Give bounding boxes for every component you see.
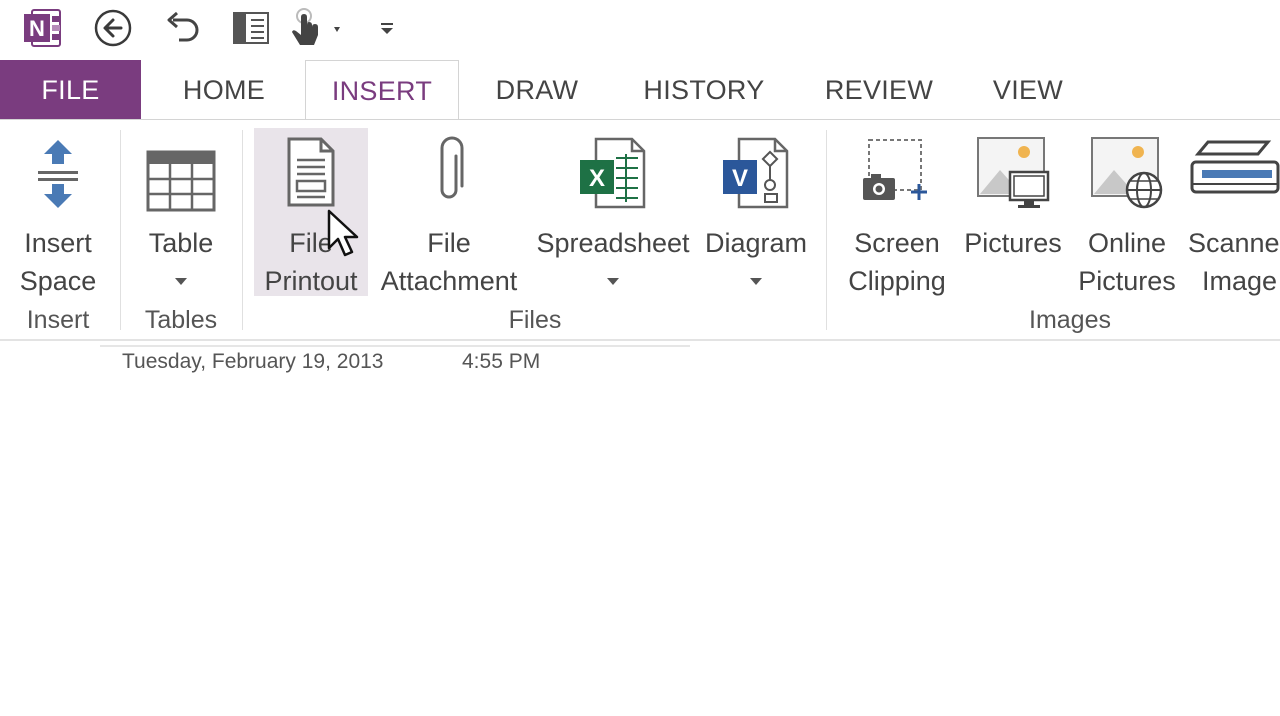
tab-history[interactable]: HISTORY [630,60,778,120]
scanner-icon [1188,136,1280,211]
ribbon-insert: Insert Space Insert Table Tables File Pr… [0,119,1280,341]
screen-clipping-icon [861,136,933,211]
file-printout-icon [283,136,339,213]
spreadsheet-label: Spreadsheet [536,228,690,258]
diagram-button[interactable]: V Diagram [700,128,812,296]
tab-view[interactable]: VIEW [980,60,1076,120]
customize-qat-icon[interactable] [372,6,402,50]
mouse-cursor-icon [326,208,360,265]
scanned-image-label: Scanne Image [1188,228,1280,296]
pictures-icon [976,136,1050,215]
diagram-label: Diagram [704,228,808,258]
table-icon [146,136,216,217]
group-separator [120,130,121,330]
onenote-logo-icon: N [20,6,66,50]
table-button[interactable]: Table [130,128,232,296]
diagram-dropdown-caret [750,278,762,285]
tab-file[interactable]: FILE [0,60,141,120]
table-dropdown-caret [175,278,187,285]
group-label-insert: Insert [26,306,90,334]
quick-access-toolbar: N [0,0,1280,60]
paperclip-icon [432,136,466,213]
insert-space-label: Insert Space [19,228,97,296]
insert-space-button[interactable]: Insert Space [8,128,108,296]
screen-clipping-label: Screen Clipping [848,228,946,296]
insert-space-icon [36,136,80,217]
page-date: Tuesday, February 19, 2013 [122,350,384,373]
spreadsheet-dropdown-caret [607,278,619,285]
svg-text:X: X [589,165,605,192]
tab-review[interactable]: REVIEW [815,60,943,120]
back-icon[interactable] [90,6,136,50]
dock-to-desktop-icon[interactable] [228,6,274,50]
group-label-files: Files [508,306,562,334]
online-pictures-icon [1090,136,1164,215]
file-attachment-label: File Attachment [380,228,518,296]
excel-spreadsheet-icon: X [578,136,648,215]
visio-diagram-icon: V [721,136,791,215]
ribbon-tabs: FILE HOME INSERT DRAW HISTORY REVIEW VIE… [0,60,1280,121]
tab-home[interactable]: HOME [160,60,288,120]
group-separator [826,130,827,330]
touch-mode-icon[interactable] [284,6,350,50]
file-attachment-button[interactable]: File Attachment [372,128,526,296]
tab-insert[interactable]: INSERT [305,60,459,121]
pictures-button[interactable]: Pictures [960,128,1066,296]
svg-text:N: N [29,16,45,41]
page-time: 4:55 PM [462,350,541,373]
screen-clipping-button[interactable]: Screen Clipping [838,128,956,296]
undo-icon[interactable] [160,6,206,50]
svg-text:V: V [732,165,748,192]
group-label-images: Images [1029,306,1111,334]
pictures-label: Pictures [964,228,1062,258]
table-label: Table [148,228,214,258]
page-title-underline [100,345,690,347]
online-pictures-label: Online Pictures [1078,228,1176,296]
online-pictures-button[interactable]: Online Pictures [1074,128,1180,296]
group-label-tables: Tables [144,306,218,334]
group-separator [242,130,243,330]
scanned-image-button[interactable]: Scanne Image [1184,128,1280,296]
spreadsheet-button[interactable]: X Spreadsheet [534,128,692,296]
tab-draw[interactable]: DRAW [478,60,596,120]
